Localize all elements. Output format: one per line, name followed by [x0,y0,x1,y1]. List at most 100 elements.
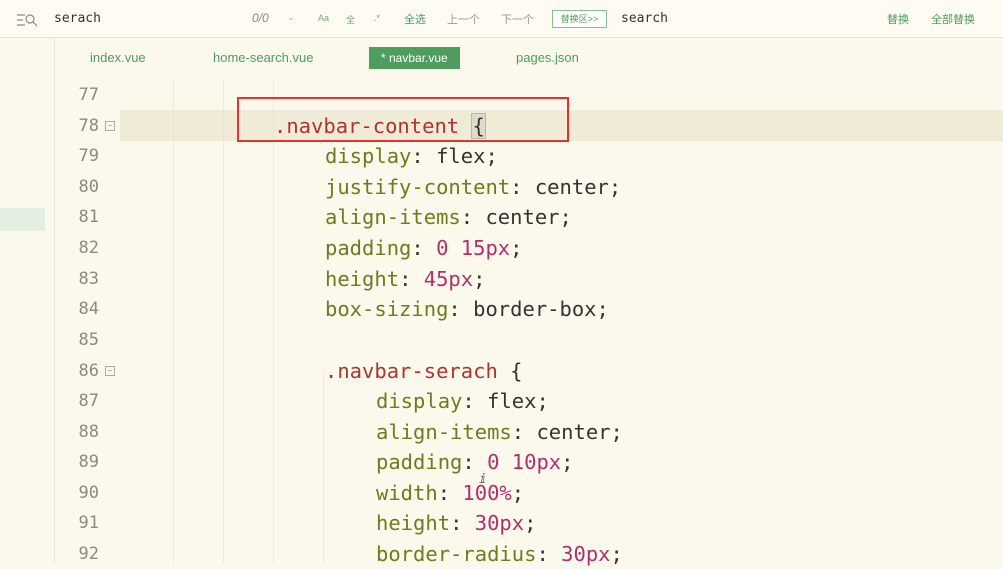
code-line: 87 display: flex; [55,386,1003,416]
replace-input[interactable]: search [621,11,668,26]
replace-all-button[interactable]: 全部替换 [931,11,975,27]
code-line: 88 align-items: center; [55,417,1003,447]
semicolon: ; [610,542,623,566]
side-panel-highlight [0,208,45,231]
code-line: 86 − .navbar-serach { [55,356,1003,386]
code-text: height: 30px; [376,511,537,535]
css-number: 30px [474,511,525,535]
replace-button[interactable]: 替换 [887,11,909,27]
semicolon: ; [561,450,574,474]
fold-icon[interactable]: − [105,366,115,376]
code-line: 83 height: 45px; [55,264,1003,294]
regex-toggle[interactable]: .* [374,13,380,23]
code-text: width: 100%; [376,481,525,505]
match-case-toggle[interactable]: Aa [318,13,329,23]
code-text: .navbar-serach { [325,356,522,386]
css-property: padding [376,450,463,474]
code-text: box-sizing: border-box; [325,297,609,321]
search-list-icon[interactable] [16,12,38,28]
tab-index-vue[interactable]: index.vue [90,47,146,69]
css-selector: .navbar-serach [325,359,498,383]
css-value: border-box; [460,297,609,321]
code-line: 81 align-items: center; [55,202,1003,232]
css-number: 10px [511,450,562,474]
replace-toggle-button[interactable]: 替换区>> [552,10,607,28]
line-number: 79 [78,146,99,166]
css-number: 0 [487,450,500,474]
line-number: 78 [78,116,99,136]
css-number: 30px [561,542,611,566]
find-input[interactable]: serach [54,11,101,26]
css-value: center; [522,175,622,199]
line-number: 80 [78,177,99,197]
semicolon: ; [524,511,537,535]
code-line: 92 border-radius: 30px; [55,539,1003,569]
css-value: center; [524,420,623,444]
css-property: justify-content [325,175,511,199]
line-number: 92 [78,544,99,564]
prev-match-button[interactable]: 上一个 [447,11,480,27]
css-number: 100% [462,481,512,505]
code-text: justify-content: center; [325,175,622,199]
line-number: 77 [78,85,99,105]
code-text: align-items: center; [325,205,572,229]
code-line: 80 justify-content: center; [55,172,1003,202]
code-text: border-radius: 30px; [376,542,623,566]
line-number: 86 [78,361,99,381]
code-line: 79 display: flex; [55,141,1003,171]
semicolon: ; [511,481,525,505]
css-property: display [325,144,412,168]
next-match-button[interactable]: 下一个 [501,11,534,27]
code-editor[interactable]: 77 78 − .navbar-content { 79 display: fl… [55,80,1003,566]
line-number: 81 [78,207,99,227]
select-all-button[interactable]: 全选 [404,11,426,27]
css-number: 45px [423,267,474,291]
css-value: flex; [474,389,549,413]
tab-navbar-vue[interactable]: * navbar.vue [369,47,460,69]
line-number: 89 [78,452,99,472]
open-brace: { [497,359,523,383]
css-value: center; [473,205,572,229]
line-number: 91 [78,513,99,533]
css-property: align-items [325,205,461,229]
code-text: display: flex; [325,144,498,168]
code-line: 85 [55,325,1003,355]
code-line: 84 box-sizing: border-box; [55,294,1003,324]
code-text: align-items: center; [376,420,623,444]
tab-home-search-vue[interactable]: home-search.vue [213,47,313,69]
line-number: 88 [78,422,99,442]
tab-pages-json[interactable]: pages.json [516,47,579,69]
semicolon: ; [473,267,486,291]
find-replace-bar: serach 0/0 ⌄ Aa 全 .* 全选 上一个 下一个 替换区>> se… [0,0,1003,38]
css-value: flex; [423,144,498,168]
css-property: height [376,511,451,535]
side-panel [0,38,55,563]
line-number: 82 [78,238,99,258]
css-number: 0 [436,236,449,260]
code-text: padding: 0 10px; [376,450,574,474]
css-property: box-sizing [325,297,449,321]
code-text: height: 45px; [325,267,486,291]
line-number: 84 [78,299,99,319]
annotation-highlight-box [237,97,569,142]
css-property: height [325,267,400,291]
css-property: border-radius [376,542,537,566]
css-property: padding [325,236,412,260]
text-cursor-icon: ⅈ [479,472,487,487]
code-line: 89 padding: 0 10px; [55,447,1003,477]
line-number: 90 [78,483,99,503]
css-property: width [376,481,438,505]
match-count: 0/0 [252,11,269,25]
code-line: 82 padding: 0 15px; [55,233,1003,263]
chevron-down-icon[interactable]: ⌄ [287,12,295,23]
line-number: 85 [78,330,99,350]
code-text: padding: 0 15px; [325,236,523,260]
whole-word-toggle[interactable]: 全 [346,13,355,26]
line-number: 83 [78,269,99,289]
code-text: display: flex; [376,389,549,413]
fold-icon[interactable]: − [105,121,115,131]
tab-bar: index.vue home-search.vue * navbar.vue p… [55,38,1003,79]
code-line: 90 width: 100%; [55,478,1003,508]
semicolon: ; [510,236,523,260]
css-property: align-items [376,420,512,444]
